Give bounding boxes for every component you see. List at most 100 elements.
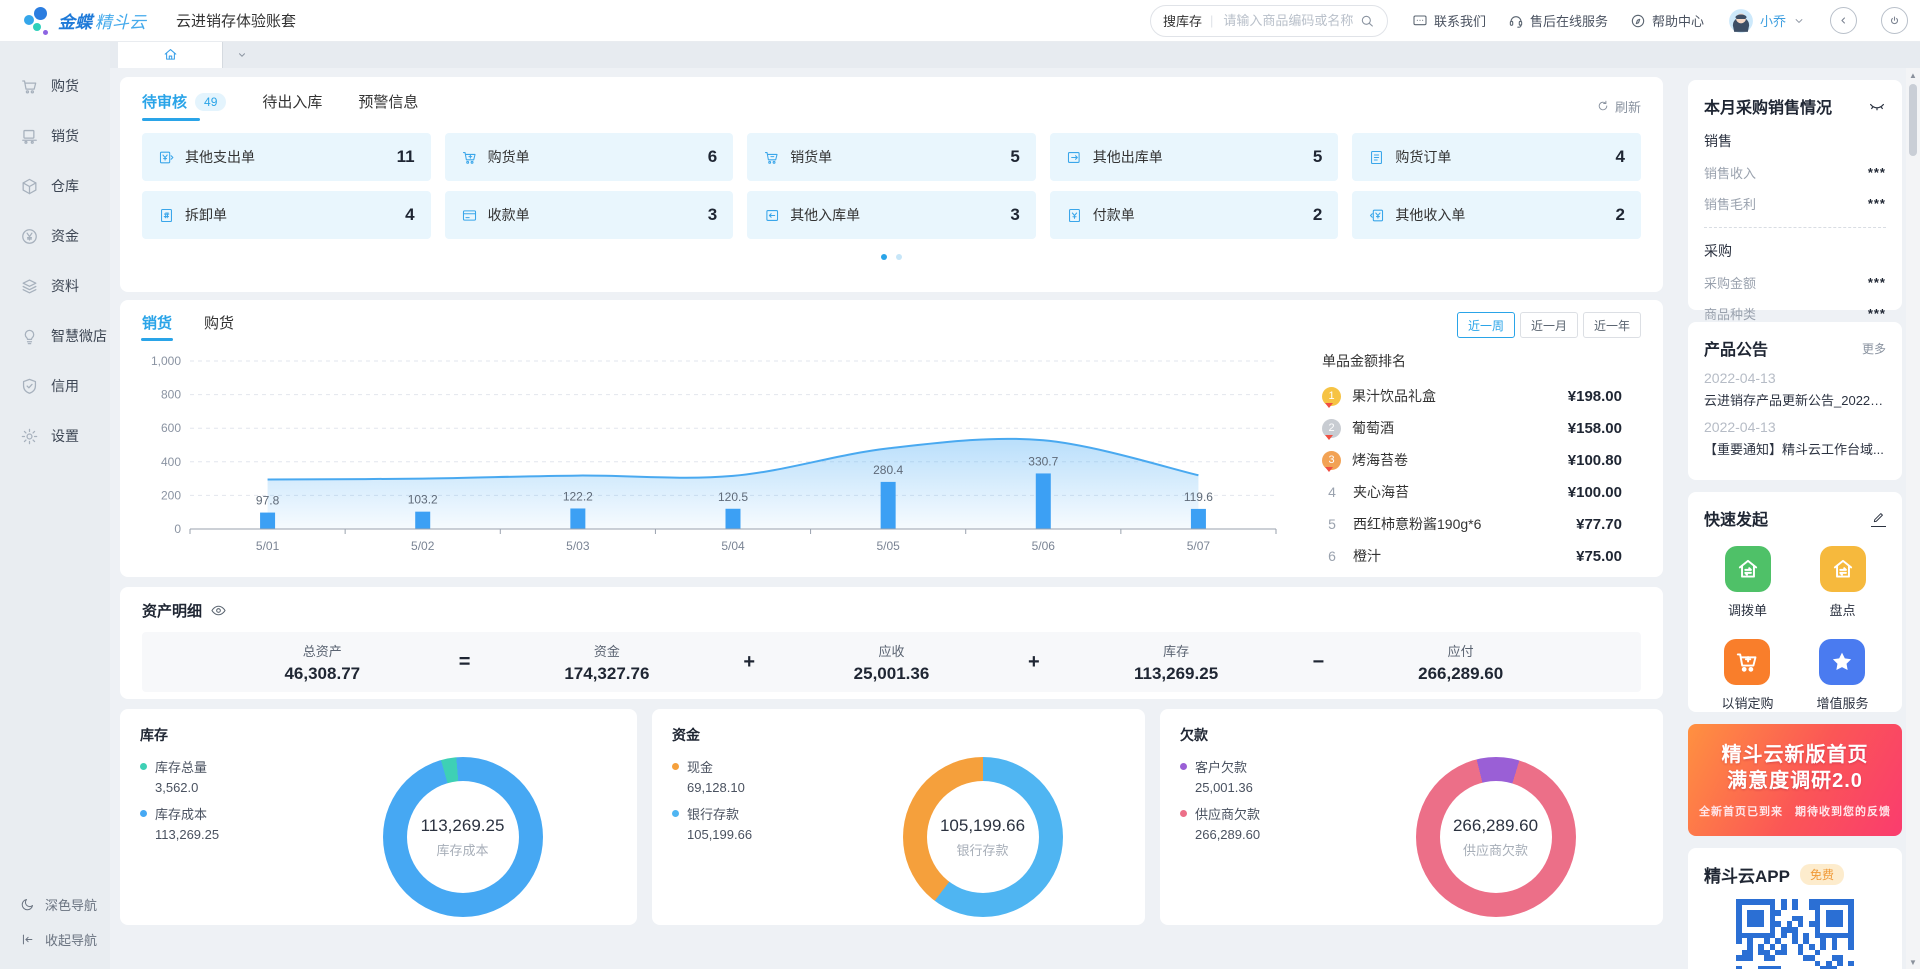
quick-action-stocktake[interactable]: 盘点 xyxy=(1820,546,1866,619)
doc-out-icon xyxy=(1066,149,1083,166)
todo-tab-2[interactable]: 预警信息 xyxy=(358,91,418,121)
page-scrollbar[interactable]: ▲ ▼ xyxy=(1906,68,1920,969)
search-icon xyxy=(1359,13,1375,29)
search-icon-slot[interactable] xyxy=(1359,13,1375,29)
app-header: 精斗云APP 免费 xyxy=(1704,862,1886,887)
scrollbar-thumb[interactable] xyxy=(1909,84,1917,156)
monthly-groups: 销售销售收入***销售毛利***采购采购金额***商品种类*** xyxy=(1704,131,1886,323)
sidebar-item-label: 资金 xyxy=(51,226,79,246)
donut-center-label: 库存成本 xyxy=(436,840,488,859)
todo-item-7[interactable]: 其他入库单3 xyxy=(747,191,1036,239)
todo-item-9[interactable]: 其他收入单2 xyxy=(1352,191,1641,239)
scroll-down-arrow[interactable]: ▼ xyxy=(1909,955,1917,969)
rank-number: 6 xyxy=(1322,548,1342,564)
panel-title: 欠款 xyxy=(1180,725,1643,745)
monthly-row-label: 销售收入 xyxy=(1704,163,1756,182)
doc-in-icon xyxy=(763,207,780,224)
svg-text:122.2: 122.2 xyxy=(563,489,593,503)
assets-formula: 总资产46,308.77=资金174,327.76+应收25,001.36+库存… xyxy=(142,632,1641,692)
quick-action-transfer-order[interactable]: 调拨单 xyxy=(1725,546,1771,619)
todo-tab-label: 预警信息 xyxy=(358,91,418,112)
sidebar-item-settings[interactable]: 设置 xyxy=(0,411,110,461)
range-button-1[interactable]: 近一月 xyxy=(1520,312,1578,338)
todo-item-2[interactable]: 销货单5 xyxy=(747,133,1036,181)
more-link[interactable]: 更多 xyxy=(1862,340,1886,357)
sidebar-item-funds[interactable]: 资金 xyxy=(0,211,110,261)
trend-tab-0[interactable]: 销货 xyxy=(142,312,172,341)
sidebar-item-warehouse[interactable]: 仓库 xyxy=(0,161,110,211)
todo-item-3[interactable]: 其他出库单5 xyxy=(1050,133,1339,181)
product-name: 葡萄酒 xyxy=(1352,418,1560,438)
todo-item-8[interactable]: 付款单2 xyxy=(1050,191,1339,239)
trend-card: 销货购货 近一周近一月近一年 02004006008001,00097.8103… xyxy=(120,300,1663,577)
panel-debt: 欠款客户欠款25,001.36供应商欠款266,289.60266,289.60… xyxy=(1160,709,1663,925)
refresh-button[interactable]: 刷新 xyxy=(1596,97,1641,116)
brand-logo[interactable]: 金蝶 精斗云 xyxy=(24,5,146,37)
collapse-icon xyxy=(20,932,35,947)
formula-value: 174,327.76 xyxy=(487,664,728,684)
donut-legend: 客户欠款25,001.36供应商欠款266,289.60 xyxy=(1180,757,1348,842)
todo-item-count: 2 xyxy=(1616,205,1625,225)
sidebar-item-credit[interactable]: 信用 xyxy=(0,361,110,411)
todo-tab-0[interactable]: 待审核49 xyxy=(142,91,226,121)
eye-closed-icon[interactable] xyxy=(1868,97,1886,115)
page-dot-1[interactable] xyxy=(896,254,902,260)
sidebar-toggle-collapse-nav[interactable]: 收起导航 xyxy=(20,930,110,949)
svg-text:280.4: 280.4 xyxy=(873,463,903,477)
todo-item-5[interactable]: 拆卸单4 xyxy=(142,191,431,239)
eye-icon[interactable] xyxy=(210,602,227,619)
ranking-row-5[interactable]: 5西红柿意粉酱190g*6¥77.70 xyxy=(1322,514,1622,534)
power-circle-button[interactable] xyxy=(1881,7,1908,34)
survey-banner[interactable]: 精斗云新版首页 满意度调研2.0 全新首页已到来 期待收到您的反馈 xyxy=(1688,724,1902,836)
ranking-row-6[interactable]: 6橙汁¥75.00 xyxy=(1322,546,1622,566)
top-link-contact[interactable]: 联系我们 xyxy=(1412,11,1486,30)
announcement-item-0[interactable]: 2022-04-13云进销存产品更新公告_20220... xyxy=(1704,370,1886,409)
sidebar-toggle-dark-nav[interactable]: 深色导航 xyxy=(20,895,110,914)
sidebar-item-purchase[interactable]: 购货 xyxy=(0,61,110,111)
stock-search-box[interactable]: 搜库存 | xyxy=(1150,5,1388,37)
legend-value: 25,001.36 xyxy=(1195,780,1348,795)
app-qr-code xyxy=(1736,899,1854,969)
monthly-row: 销售收入*** xyxy=(1704,163,1886,182)
user-menu[interactable]: 小乔 xyxy=(1728,8,1806,34)
top-link-after-sales[interactable]: 售后在线服务 xyxy=(1508,11,1608,30)
announcement-date: 2022-04-13 xyxy=(1704,370,1886,386)
todo-item-4[interactable]: 购货订单4 xyxy=(1352,133,1641,181)
tab-dropdown-caret[interactable] xyxy=(222,41,261,68)
sidebar-item-weidian[interactable]: 智慧微店 xyxy=(0,311,110,361)
sidebar-item-label: 销货 xyxy=(51,126,79,146)
todo-item-6[interactable]: 收款单3 xyxy=(445,191,734,239)
quick-action-buy-by-sales[interactable]: 以销定购 xyxy=(1721,639,1773,712)
ranking-row-1[interactable]: 1果汁饮品礼盒¥198.00 xyxy=(1322,386,1622,406)
page-dot-0[interactable] xyxy=(881,254,887,260)
pencil-icon[interactable] xyxy=(1871,510,1886,527)
todo-item-count: 2 xyxy=(1313,205,1322,225)
todo-item-count: 3 xyxy=(1010,205,1019,225)
formula-operator: + xyxy=(1012,651,1056,674)
ranking-row-3[interactable]: 3烤海苔卷¥100.80 xyxy=(1322,450,1622,470)
todo-item-1[interactable]: 购货单6 xyxy=(445,133,734,181)
range-button-2[interactable]: 近一年 xyxy=(1583,312,1641,338)
top-link-help-center[interactable]: 帮助中心 xyxy=(1630,11,1704,30)
search-input[interactable] xyxy=(1221,12,1355,29)
todo-tab-1[interactable]: 待出入库 xyxy=(262,91,322,121)
sidebar-item-sales[interactable]: 销货 xyxy=(0,111,110,161)
range-button-0[interactable]: 近一周 xyxy=(1457,312,1515,338)
quick-action-value-added[interactable]: 增值服务 xyxy=(1816,639,1868,712)
announcement-item-1[interactable]: 2022-04-13【重要通知】精斗云工作台域... xyxy=(1704,419,1886,458)
ranking-row-2[interactable]: 2葡萄酒¥158.00 xyxy=(1322,418,1622,438)
scroll-up-arrow[interactable]: ▲ xyxy=(1909,68,1917,82)
svg-text:5/03: 5/03 xyxy=(566,539,590,553)
trend-tab-1[interactable]: 购货 xyxy=(204,312,234,341)
todo-item-0[interactable]: 其他支出单11 xyxy=(142,133,431,181)
todo-item-label: 收款单 xyxy=(488,205,530,225)
sidebar-item-data[interactable]: 资料 xyxy=(0,261,110,311)
announcements-list: 2022-04-13云进销存产品更新公告_20220... 2022-04-13【… xyxy=(1704,370,1886,458)
product-name: 夹心海苔 xyxy=(1353,482,1560,502)
legend-dot xyxy=(1180,763,1187,770)
home-tab[interactable] xyxy=(118,41,222,68)
sidebar-item-label: 设置 xyxy=(51,426,79,446)
donut-center-value: 113,269.25 xyxy=(421,816,505,836)
ranking-row-4[interactable]: 4夹心海苔¥100.00 xyxy=(1322,482,1622,502)
back-circle-button[interactable] xyxy=(1830,7,1857,34)
